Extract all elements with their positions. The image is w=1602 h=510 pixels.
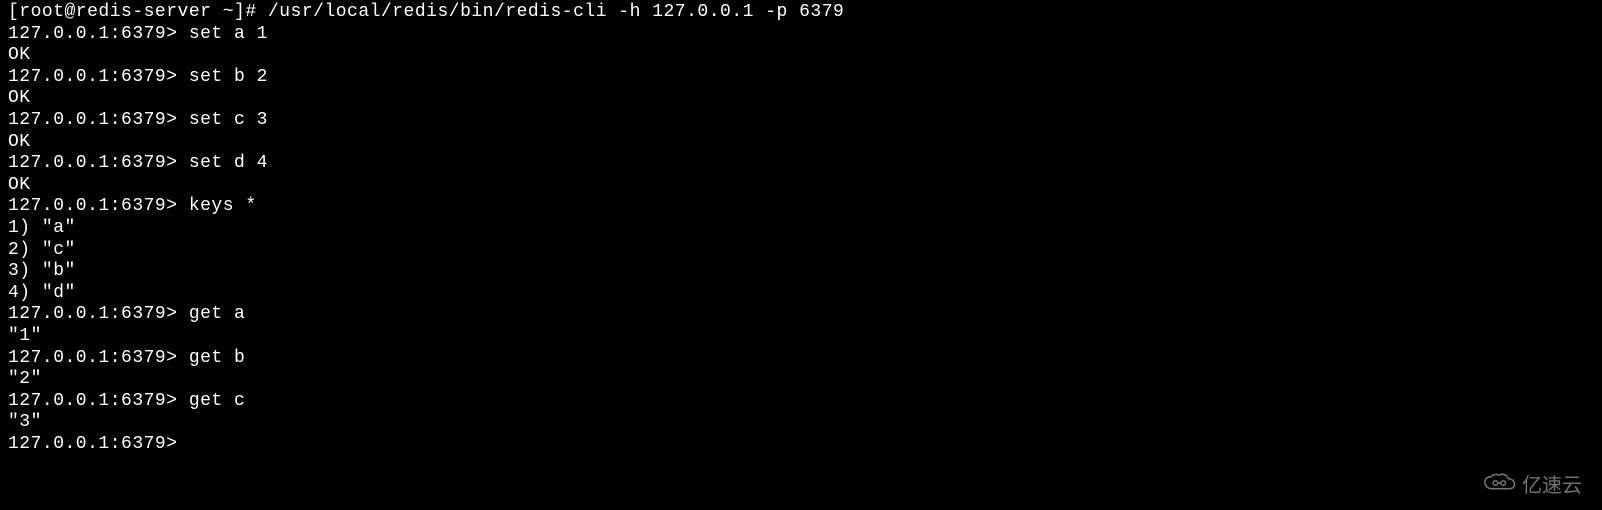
terminal-line: OK [8, 88, 1594, 110]
terminal-line: 127.0.0.1:6379> get c [8, 391, 1594, 413]
cloud-icon [1482, 472, 1516, 500]
terminal-line: 127.0.0.1:6379> set a 1 [8, 24, 1594, 46]
terminal-line: 127.0.0.1:6379> get a [8, 304, 1594, 326]
terminal-line: 127.0.0.1:6379> [8, 434, 1594, 456]
terminal-line: 127.0.0.1:6379> set b 2 [8, 67, 1594, 89]
terminal-line: 3) "b" [8, 261, 1594, 283]
terminal-line: 1) "a" [8, 218, 1594, 240]
terminal-line: OK [8, 132, 1594, 154]
terminal-line: "1" [8, 326, 1594, 348]
watermark-text: 亿速云 [1522, 474, 1582, 498]
terminal-line: 4) "d" [8, 283, 1594, 305]
terminal-line: 127.0.0.1:6379> keys * [8, 196, 1594, 218]
terminal-line: 127.0.0.1:6379> get b [8, 348, 1594, 370]
terminal-line: 127.0.0.1:6379> set d 4 [8, 153, 1594, 175]
terminal-line: "2" [8, 369, 1594, 391]
terminal-line: OK [8, 45, 1594, 67]
terminal-line: OK [8, 175, 1594, 197]
watermark: 亿速云 [1482, 472, 1582, 500]
terminal-output[interactable]: [root@redis-server ~]# /usr/local/redis/… [8, 2, 1594, 455]
terminal-line: 2) "c" [8, 240, 1594, 262]
terminal-line: 127.0.0.1:6379> set c 3 [8, 110, 1594, 132]
terminal-line: "3" [8, 412, 1594, 434]
terminal-line: [root@redis-server ~]# /usr/local/redis/… [8, 2, 1594, 24]
